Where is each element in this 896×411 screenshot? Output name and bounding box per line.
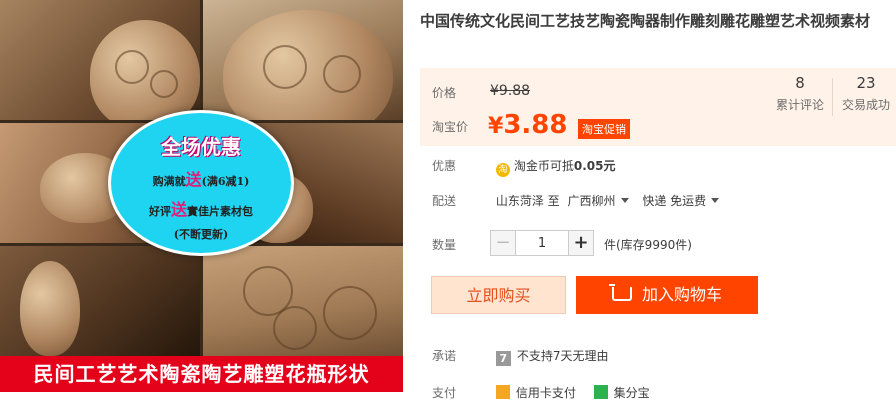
payment-method-jifenbao: 集分宝	[613, 386, 650, 400]
increase-button[interactable]: +	[568, 230, 594, 256]
coupon-amount: 0.05元	[573, 159, 616, 173]
credit-card-icon	[495, 385, 510, 399]
product-main-image[interactable]: 全场优惠 购满就送(满6减1) 好评送實佳片素材包 (不断更新) 民间工艺艺术陶…	[0, 0, 403, 392]
product-title: 中国传统文化民间工艺技艺陶瓷陶器制作雕刻雕花雕塑艺术视频素材	[420, 12, 871, 30]
ship-to-select[interactable]: 广西柳州	[567, 194, 629, 208]
seven-day-icon: 7	[495, 351, 511, 366]
chevron-down-icon	[711, 198, 720, 203]
promo-badge: 全场优惠 购满就送(满6减1) 好评送實佳片素材包 (不断更新)	[108, 110, 294, 256]
taobao-price: ¥3.88	[488, 110, 567, 140]
photo-tile-relief	[203, 246, 403, 356]
quantity-stepper: − +	[490, 230, 594, 256]
coupon-label: 优惠	[432, 159, 457, 173]
price-label: 价格	[432, 86, 457, 100]
stock-info: 件(库存9990件)	[604, 238, 692, 252]
reviews-stat[interactable]: 8 累计评论	[770, 74, 830, 113]
taobao-coin-icon: 淘	[495, 163, 510, 177]
price-panel: 价格 ¥9.88 淘宝价 ¥3.88 淘宝促销 8 累计评论 23 交易成功	[420, 68, 896, 146]
ship-method-select[interactable]: 快递 免运费	[642, 194, 720, 208]
quantity-row: 数量 − + 件(库存9990件)	[420, 230, 820, 256]
payment-label: 支付	[432, 386, 457, 400]
taobao-price-label: 淘宝价	[432, 120, 469, 134]
image-caption: 民间工艺艺术陶瓷陶艺雕塑花瓶形状	[0, 356, 403, 392]
chevron-down-icon	[620, 198, 629, 203]
price-value: 3.88	[503, 110, 568, 140]
promise-label: 承诺	[432, 349, 457, 363]
quantity-label: 数量	[432, 238, 457, 252]
reviews-label: 累计评论	[775, 98, 824, 112]
original-price: ¥9.88	[490, 83, 531, 99]
promo-line-1: 购满就送(满6减1)	[152, 170, 250, 189]
add-to-cart-button[interactable]: 加入购物车	[576, 276, 758, 314]
promise-row: 承诺 7 不支持7天无理由	[420, 347, 608, 366]
promise-text[interactable]: 不支持7天无理由	[517, 349, 609, 363]
payment-method-credit: 信用卡支付	[515, 386, 576, 400]
currency-symbol: ¥	[488, 114, 504, 139]
promo-line-3: (不断更新)	[173, 228, 229, 241]
sales-count: 23	[856, 74, 876, 92]
reviews-count: 8	[795, 74, 805, 92]
shipping-label: 配送	[432, 194, 457, 208]
stat-divider	[832, 78, 833, 116]
decrease-button[interactable]: −	[490, 230, 516, 256]
photo-tile-carving	[0, 0, 200, 120]
photo-tile-sculptor	[0, 246, 200, 356]
promo-tag: 淘宝促销	[578, 119, 630, 139]
promo-title: 全场优惠	[161, 135, 241, 159]
add-to-cart-label: 加入购物车	[641, 285, 722, 304]
ship-from: 山东菏泽 至	[495, 194, 560, 208]
cart-icon	[608, 284, 632, 301]
coupon-text: 淘金币可抵	[513, 159, 574, 173]
payment-row: 支付 信用卡支付 集分宝	[420, 384, 650, 401]
shipping-row: 配送 山东菏泽 至 广西柳州 快递 免运费	[420, 192, 720, 209]
quantity-input[interactable]	[516, 230, 568, 256]
buy-now-button[interactable]: 立即购买	[431, 276, 566, 314]
photo-tile-vase	[203, 0, 403, 120]
sales-label: 交易成功	[841, 98, 890, 112]
promo-line-2: 好评送實佳片素材包	[148, 200, 253, 219]
jifenbao-icon	[593, 385, 608, 399]
sales-stat[interactable]: 23 交易成功	[836, 74, 896, 113]
coupon-row: 优惠 淘淘金币可抵0.05元	[420, 157, 615, 177]
